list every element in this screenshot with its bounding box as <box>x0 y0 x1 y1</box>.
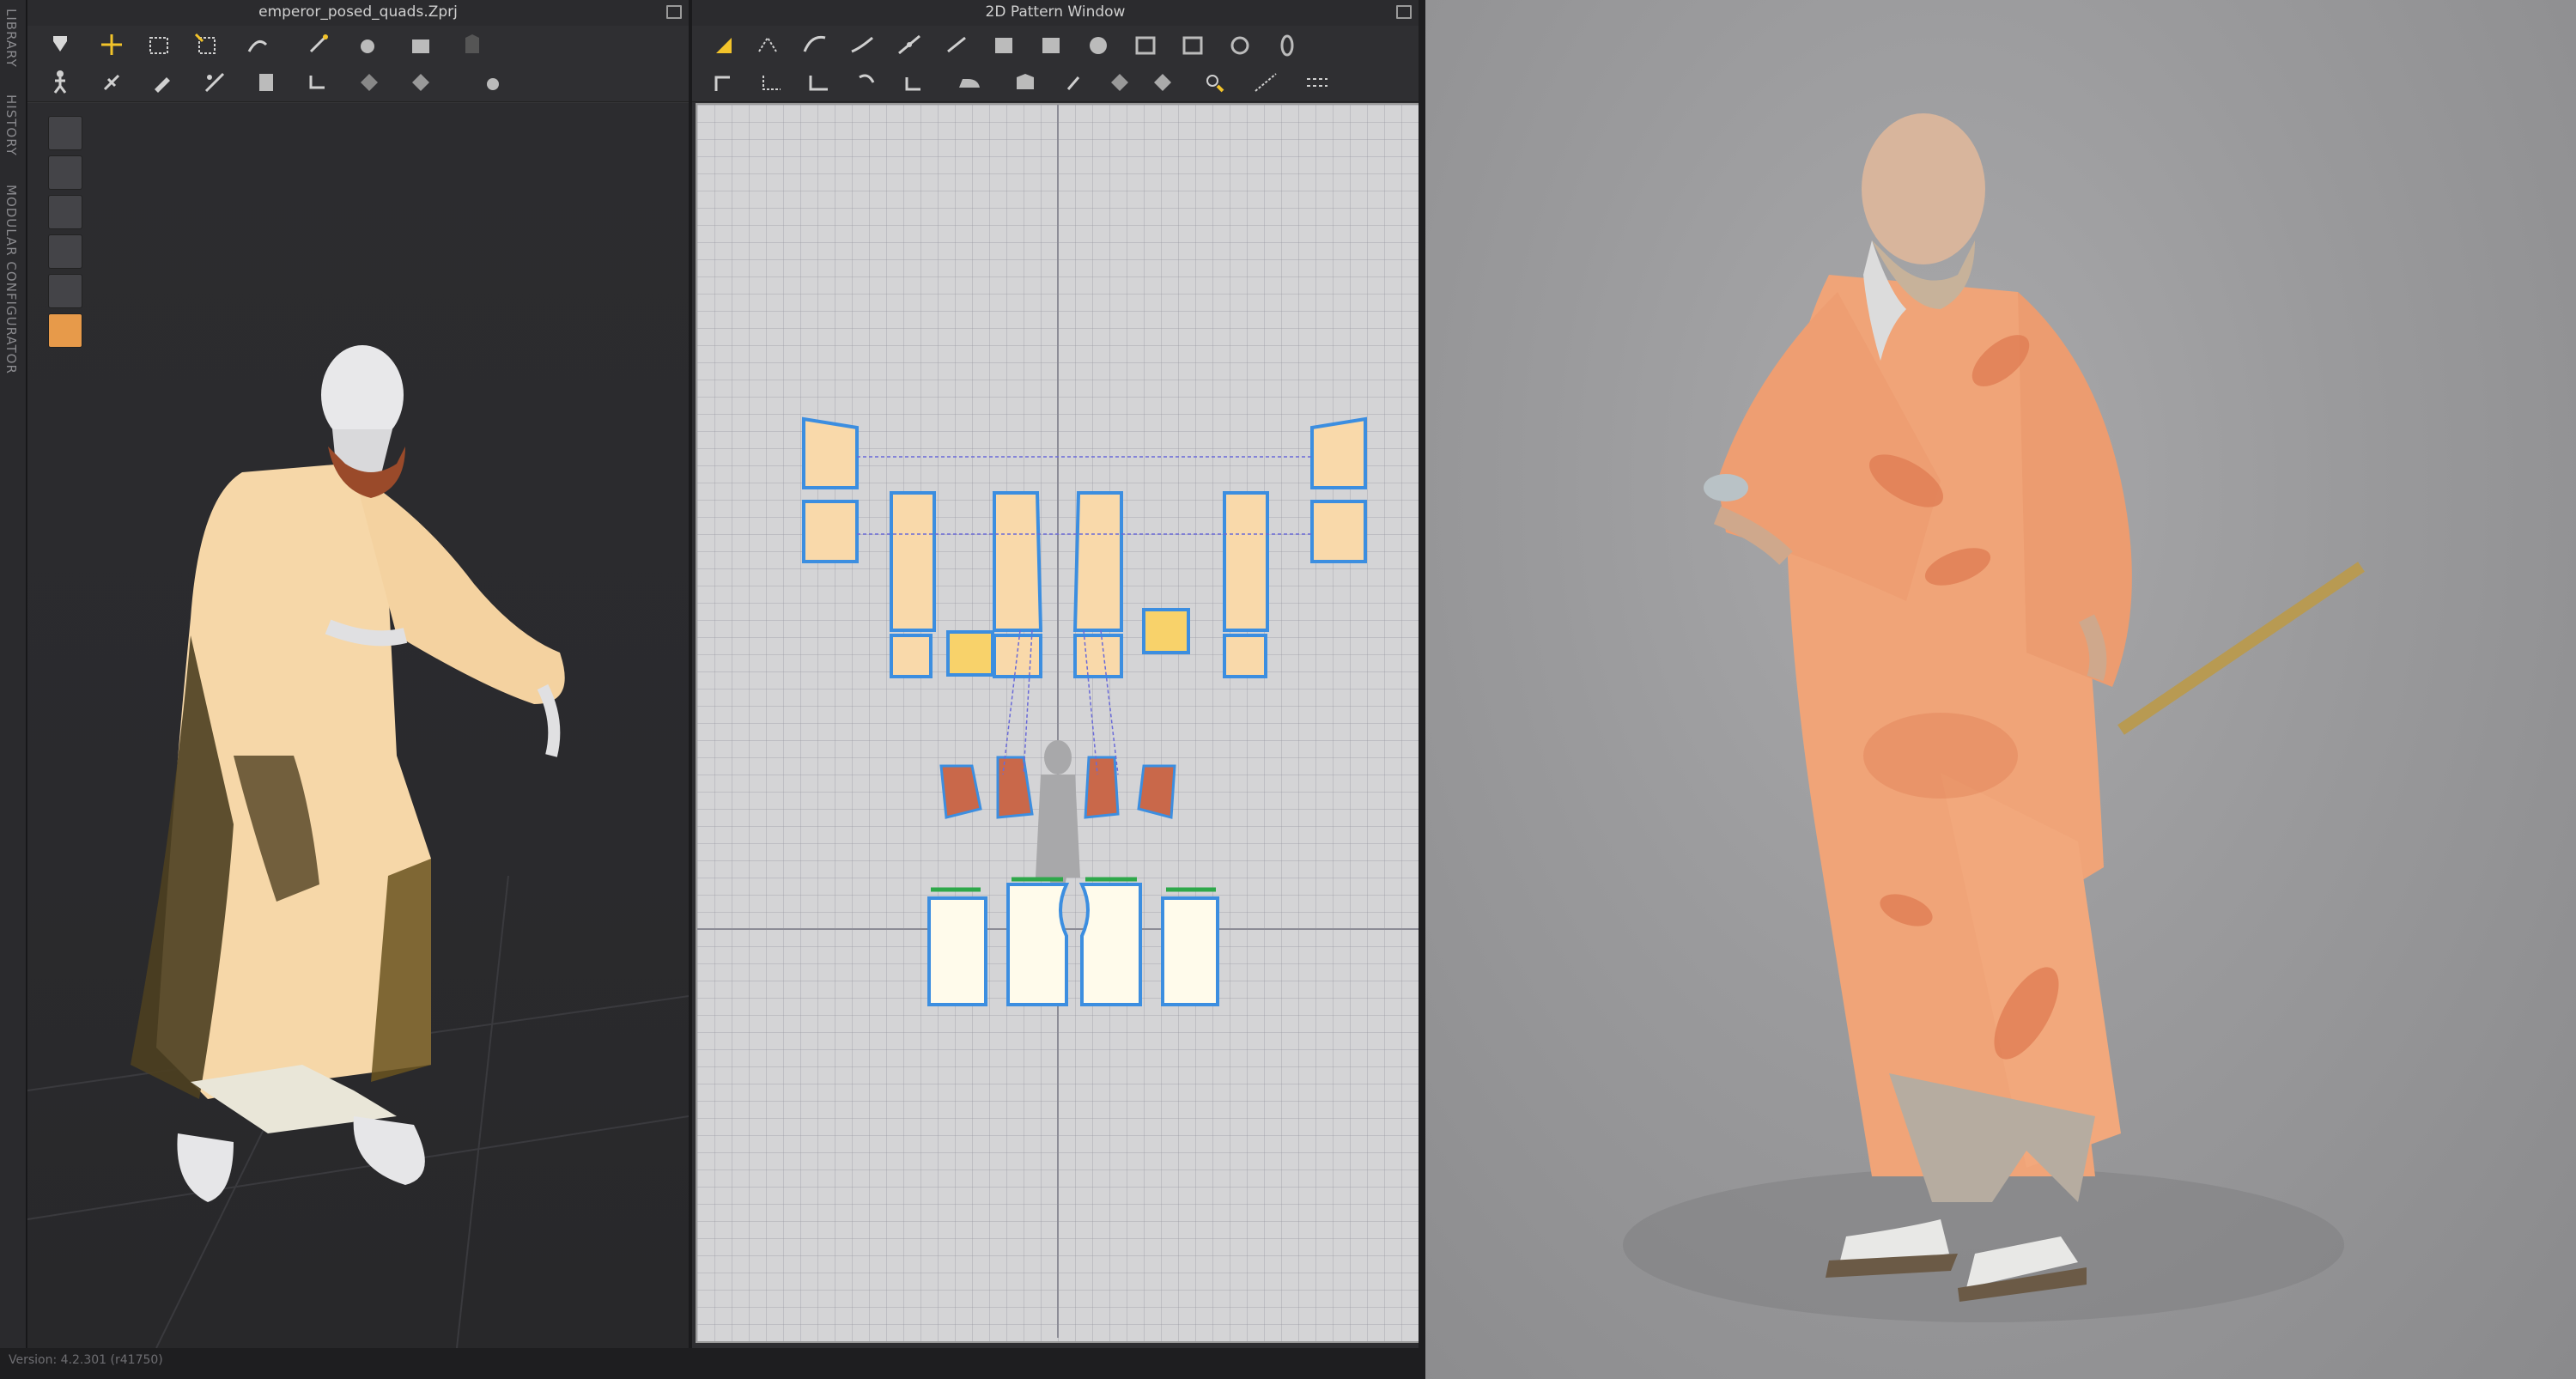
internal-circle-icon[interactable] <box>1224 29 1255 60</box>
rect-icon[interactable] <box>1036 29 1066 60</box>
side-tab-bar: LIBRARY HISTORY MODULAR CONFIGURATOR <box>0 0 27 1348</box>
pattern-skirt-3 <box>1078 883 1142 1006</box>
pattern-collar-4 <box>1137 764 1176 819</box>
pattern-collar-1 <box>939 764 982 819</box>
pattern-front-right-body <box>1072 491 1123 632</box>
tab-modular-configurator[interactable]: MODULAR CONFIGURATOR <box>3 185 19 374</box>
pattern-skirt-4 <box>1161 896 1219 1006</box>
pattern-sleeve-left-bottom <box>802 500 859 563</box>
float-window-icon[interactable] <box>666 5 682 19</box>
curve-icon[interactable] <box>799 29 830 60</box>
internal-rect-icon[interactable] <box>1177 29 1208 60</box>
simulation-icon[interactable] <box>45 29 76 60</box>
elastic-icon[interactable] <box>898 67 929 98</box>
toolbar-3d-row1 <box>27 26 689 64</box>
garment-shirt-icon[interactable] <box>48 116 82 150</box>
version-label: Version: 4.2.301 (r41750) <box>9 1353 163 1367</box>
render-figure <box>1623 113 2365 1322</box>
pattern-front-left-body <box>993 491 1043 632</box>
toolbar-2d-row1 <box>692 26 1419 64</box>
select-box-icon[interactable] <box>143 29 174 60</box>
pattern-panel-4-bottom <box>1223 634 1267 678</box>
button-icon[interactable] <box>251 67 282 98</box>
fabric-display-icon[interactable] <box>48 274 82 308</box>
dart-icon[interactable] <box>1272 29 1303 60</box>
tack-icon[interactable] <box>851 67 882 98</box>
garment-icon[interactable] <box>457 29 488 60</box>
viewport-side-toolbar <box>48 116 86 353</box>
tab-history[interactable]: HISTORY <box>3 94 19 156</box>
pattern-sleeve-right-top <box>1310 416 1367 489</box>
window-2d-titlebar: 2D Pattern Window <box>692 0 1419 27</box>
brush-icon[interactable] <box>148 67 179 98</box>
float-window-2d-icon[interactable] <box>1396 5 1412 19</box>
trace-2-icon[interactable] <box>1147 67 1178 98</box>
pattern-collar-3 <box>1084 756 1120 819</box>
internal-polygon-icon[interactable] <box>1130 29 1161 60</box>
texture-display-icon[interactable] <box>48 234 82 269</box>
transform-icon[interactable] <box>96 29 127 60</box>
free-sewing-icon[interactable] <box>804 67 835 98</box>
window-2d: 2D Pattern Window <box>692 0 1424 1348</box>
pattern-pieces <box>697 105 1419 1338</box>
measure-icon[interactable] <box>474 67 505 98</box>
window-2d-title: 2D Pattern Window <box>985 3 1126 21</box>
avatar-display-icon[interactable] <box>48 195 82 229</box>
window-3d: emperor_posed_quads.Zprj <box>27 0 689 1348</box>
pin-icon[interactable] <box>96 67 127 98</box>
window-3d-titlebar: emperor_posed_quads.Zprj <box>27 0 689 27</box>
window-3d-title: emperor_posed_quads.Zprj <box>258 3 458 21</box>
tape-icon[interactable] <box>354 29 385 60</box>
trace-icon[interactable] <box>1104 67 1135 98</box>
pattern-pocket-right <box>1142 608 1190 654</box>
avatar-skin-icon[interactable] <box>48 313 82 348</box>
avatar-3d-scene <box>27 345 689 1348</box>
iron-icon[interactable] <box>954 67 985 98</box>
line-icon[interactable] <box>1250 67 1281 98</box>
edit-points-icon[interactable] <box>752 29 783 60</box>
segment-sewing-icon[interactable] <box>756 67 787 98</box>
pattern-panel-3-bottom <box>1073 634 1123 678</box>
zipper-icon[interactable] <box>302 67 333 98</box>
seam-icon[interactable] <box>709 67 740 98</box>
pattern-grid-2-icon[interactable] <box>405 67 436 98</box>
pattern-collar-2 <box>996 756 1034 819</box>
fold-icon[interactable] <box>242 29 273 60</box>
symmetry-icon[interactable] <box>1061 67 1092 98</box>
render-view <box>1425 0 2576 1379</box>
polygon-icon[interactable] <box>988 29 1019 60</box>
sewing-3d-icon[interactable] <box>199 67 230 98</box>
viewport-3d[interactable] <box>27 103 689 1348</box>
panel-divider[interactable] <box>1419 0 1425 1348</box>
cut-icon[interactable] <box>941 29 972 60</box>
circle-icon[interactable] <box>1083 29 1114 60</box>
pattern-sleeve-right-bottom <box>1310 500 1367 563</box>
pattern-panel-4 <box>1223 491 1269 632</box>
status-bar: Version: 4.2.301 (r41750) <box>0 1348 1425 1379</box>
arrange-icon[interactable] <box>405 29 436 60</box>
pattern-skirt-2 <box>1006 883 1070 1006</box>
curve-point-icon[interactable] <box>847 29 878 60</box>
toolbar-3d-row2 <box>27 64 689 102</box>
pattern-panel-1-bottom <box>890 634 933 678</box>
pattern-sleeve-left-top <box>802 416 859 489</box>
dashed-line-icon[interactable] <box>1302 67 1333 98</box>
pattern-skirt-1 <box>927 896 987 1006</box>
fold-line-icon[interactable] <box>1010 67 1041 98</box>
avatar-walk-icon[interactable] <box>45 67 76 98</box>
shape-icon[interactable] <box>302 29 333 60</box>
tab-library[interactable]: LIBRARY <box>3 9 19 68</box>
toolbar-2d-row2 <box>692 64 1419 102</box>
transform-pattern-icon[interactable] <box>709 29 740 60</box>
garment-shirt-2-icon[interactable] <box>48 155 82 190</box>
pattern-grid-icon[interactable] <box>354 67 385 98</box>
add-point-icon[interactable] <box>894 29 925 60</box>
pattern-pocket-left <box>946 630 994 677</box>
pattern-canvas[interactable] <box>696 103 1424 1343</box>
pattern-panel-1 <box>890 491 936 632</box>
visibility-icon[interactable] <box>1199 67 1230 98</box>
select-area-icon[interactable] <box>191 29 222 60</box>
